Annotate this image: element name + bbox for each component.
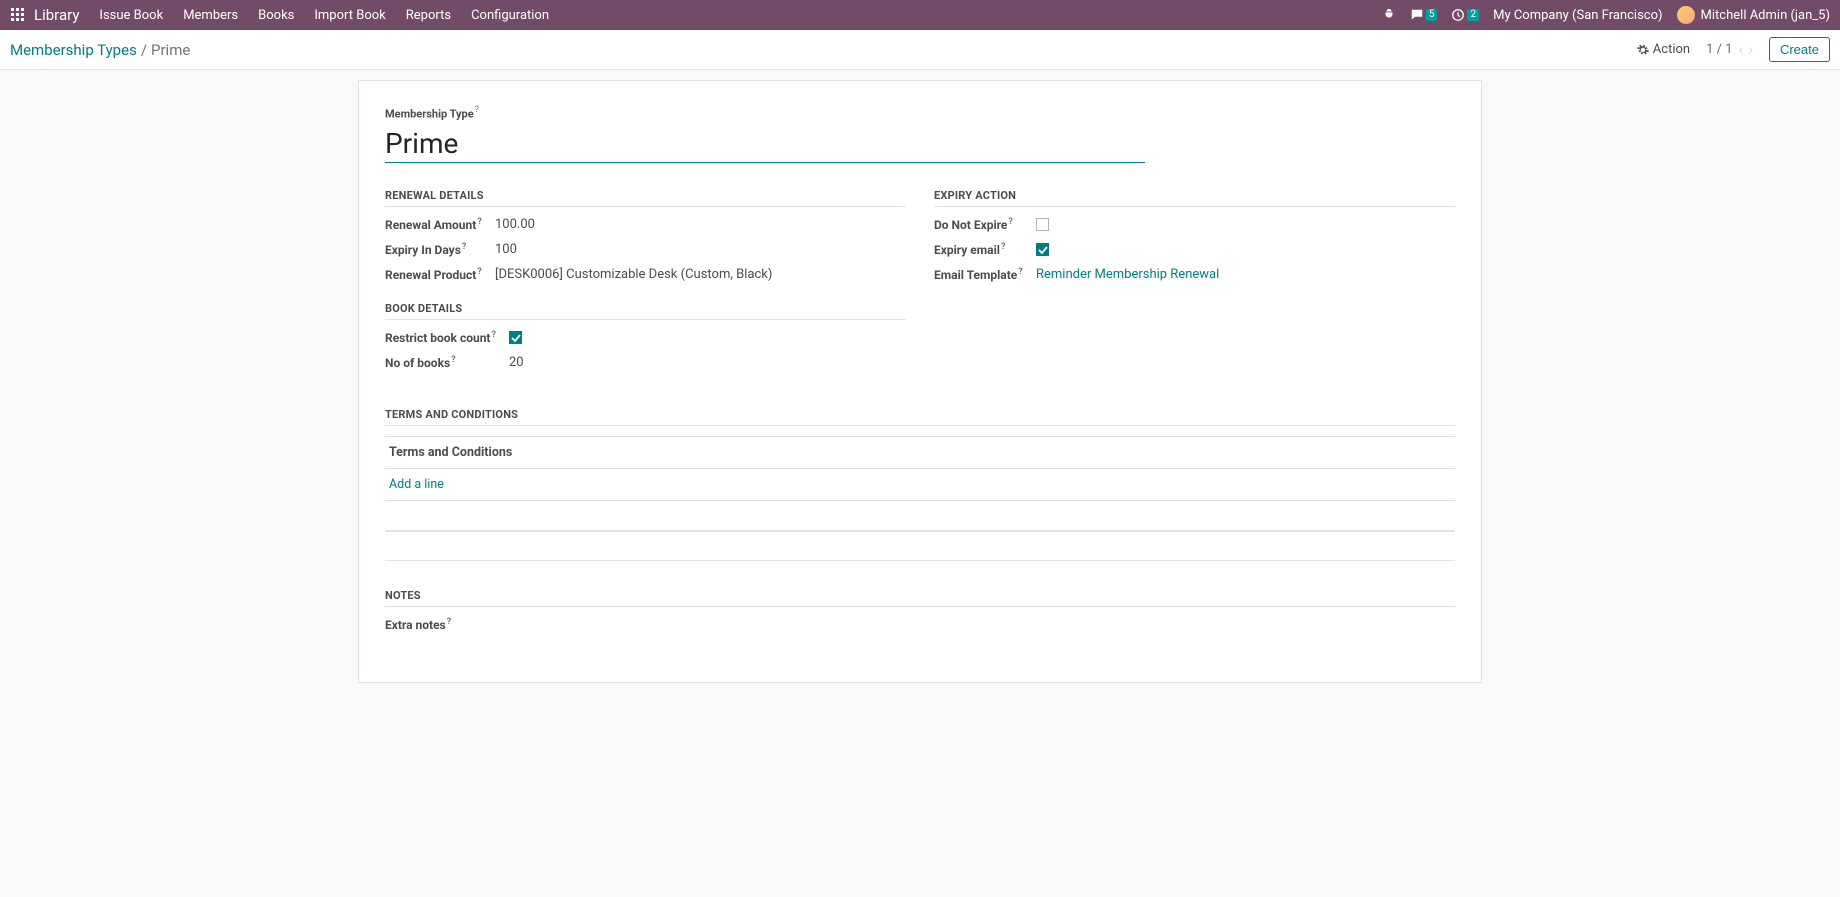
breadcrumb-current: Prime (151, 41, 190, 59)
left-column: RENEWAL DETAILS Renewal Amount? 100.00 E… (385, 189, 906, 380)
email-template-label: Email Template (934, 268, 1017, 282)
pager-prev[interactable]: ‹ (1739, 42, 1743, 58)
app-brand[interactable]: Library (34, 6, 79, 24)
section-book: BOOK DETAILS (385, 302, 906, 320)
activity-icon[interactable]: 2 (1451, 8, 1479, 22)
help-icon[interactable]: ? (451, 355, 455, 365)
no-books-label: No of books (385, 356, 450, 370)
help-icon[interactable]: ? (1001, 242, 1005, 252)
extra-notes-label: Extra notes (385, 618, 446, 632)
title-label: Membership Type (385, 107, 474, 120)
menu-members[interactable]: Members (183, 8, 238, 23)
section-notes: NOTES (385, 589, 1455, 607)
pager-text[interactable]: 1 / 1 (1706, 42, 1732, 57)
terms-empty-row (385, 501, 1455, 531)
right-column: EXPIRY ACTION Do Not Expire? Expiry emai… (934, 189, 1455, 380)
help-icon[interactable]: ? (1008, 217, 1012, 227)
help-icon[interactable]: ? (1018, 267, 1022, 277)
terms-empty-row (385, 531, 1455, 561)
pager: 1 / 1 ‹ › (1706, 42, 1753, 58)
create-button[interactable]: Create (1769, 37, 1830, 62)
help-icon[interactable]: ? (447, 617, 451, 627)
renewal-amount-label: Renewal Amount (385, 218, 476, 232)
menu-issue-book[interactable]: Issue Book (99, 8, 163, 23)
form-sheet: Membership Type? RENEWAL DETAILS Renewal… (358, 80, 1482, 683)
renewal-product-value[interactable]: [DESK0006] Customizable Desk (Custom, Bl… (495, 267, 772, 282)
breadcrumb-root[interactable]: Membership Types (10, 41, 137, 59)
breadcrumb: Membership Types / Prime (10, 41, 190, 59)
help-icon[interactable]: ? (477, 267, 481, 277)
gear-icon (1637, 44, 1649, 56)
section-renewal: RENEWAL DETAILS (385, 189, 906, 207)
menu-books[interactable]: Books (258, 8, 294, 23)
membership-type-input[interactable] (385, 123, 1145, 163)
action-label: Action (1653, 42, 1690, 57)
help-icon[interactable]: ? (462, 242, 466, 252)
section-terms: TERMS AND CONDITIONS (385, 408, 1455, 426)
company-switcher[interactable]: My Company (San Francisco) (1493, 8, 1662, 23)
top-nav: Library Issue Book Members Books Import … (0, 0, 1840, 30)
avatar (1677, 6, 1695, 24)
activity-badge: 2 (1467, 9, 1479, 21)
do-not-expire-label: Do Not Expire (934, 218, 1007, 232)
no-books-value[interactable]: 20 (509, 355, 524, 370)
help-icon[interactable]: ? (491, 330, 495, 340)
breadcrumb-sep: / (141, 41, 147, 59)
main-menu: Issue Book Members Books Import Book Rep… (99, 8, 549, 23)
menu-import-book[interactable]: Import Book (314, 8, 385, 23)
pager-next[interactable]: › (1749, 42, 1753, 58)
section-expiry: EXPIRY ACTION (934, 189, 1455, 207)
control-panel: Membership Types / Prime Action 1 / 1 ‹ … (0, 30, 1840, 70)
email-template-value[interactable]: Reminder Membership Renewal (1036, 267, 1219, 282)
add-line-link[interactable]: Add a line (389, 477, 444, 492)
menu-configuration[interactable]: Configuration (471, 8, 549, 23)
renewal-amount-value[interactable]: 100.00 (495, 217, 535, 232)
messages-badge: 5 (1426, 9, 1438, 21)
terms-add-line-row: Add a line (385, 469, 1455, 501)
bug-icon[interactable] (1382, 8, 1396, 22)
nav-right: 5 2 My Company (San Francisco) Mitchell … (1382, 6, 1830, 24)
user-name: Mitchell Admin (jan_5) (1701, 8, 1830, 23)
expiry-days-label: Expiry In Days (385, 243, 461, 257)
expiry-email-label: Expiry email (934, 243, 1000, 257)
restrict-book-checkbox[interactable] (509, 331, 522, 344)
messages-icon[interactable]: 5 (1410, 8, 1438, 22)
user-menu[interactable]: Mitchell Admin (jan_5) (1677, 6, 1830, 24)
renewal-product-label: Renewal Product (385, 268, 476, 282)
expiry-days-value[interactable]: 100 (495, 242, 517, 257)
help-icon[interactable]: ? (475, 105, 479, 115)
expiry-email-checkbox[interactable] (1036, 243, 1049, 256)
help-icon[interactable]: ? (477, 217, 481, 227)
apps-icon[interactable] (10, 7, 26, 23)
restrict-book-label: Restrict book count (385, 331, 490, 345)
terms-col-header: Terms and Conditions (385, 436, 1455, 469)
menu-reports[interactable]: Reports (406, 8, 451, 23)
do-not-expire-checkbox[interactable] (1036, 218, 1049, 231)
action-dropdown[interactable]: Action (1637, 42, 1690, 57)
